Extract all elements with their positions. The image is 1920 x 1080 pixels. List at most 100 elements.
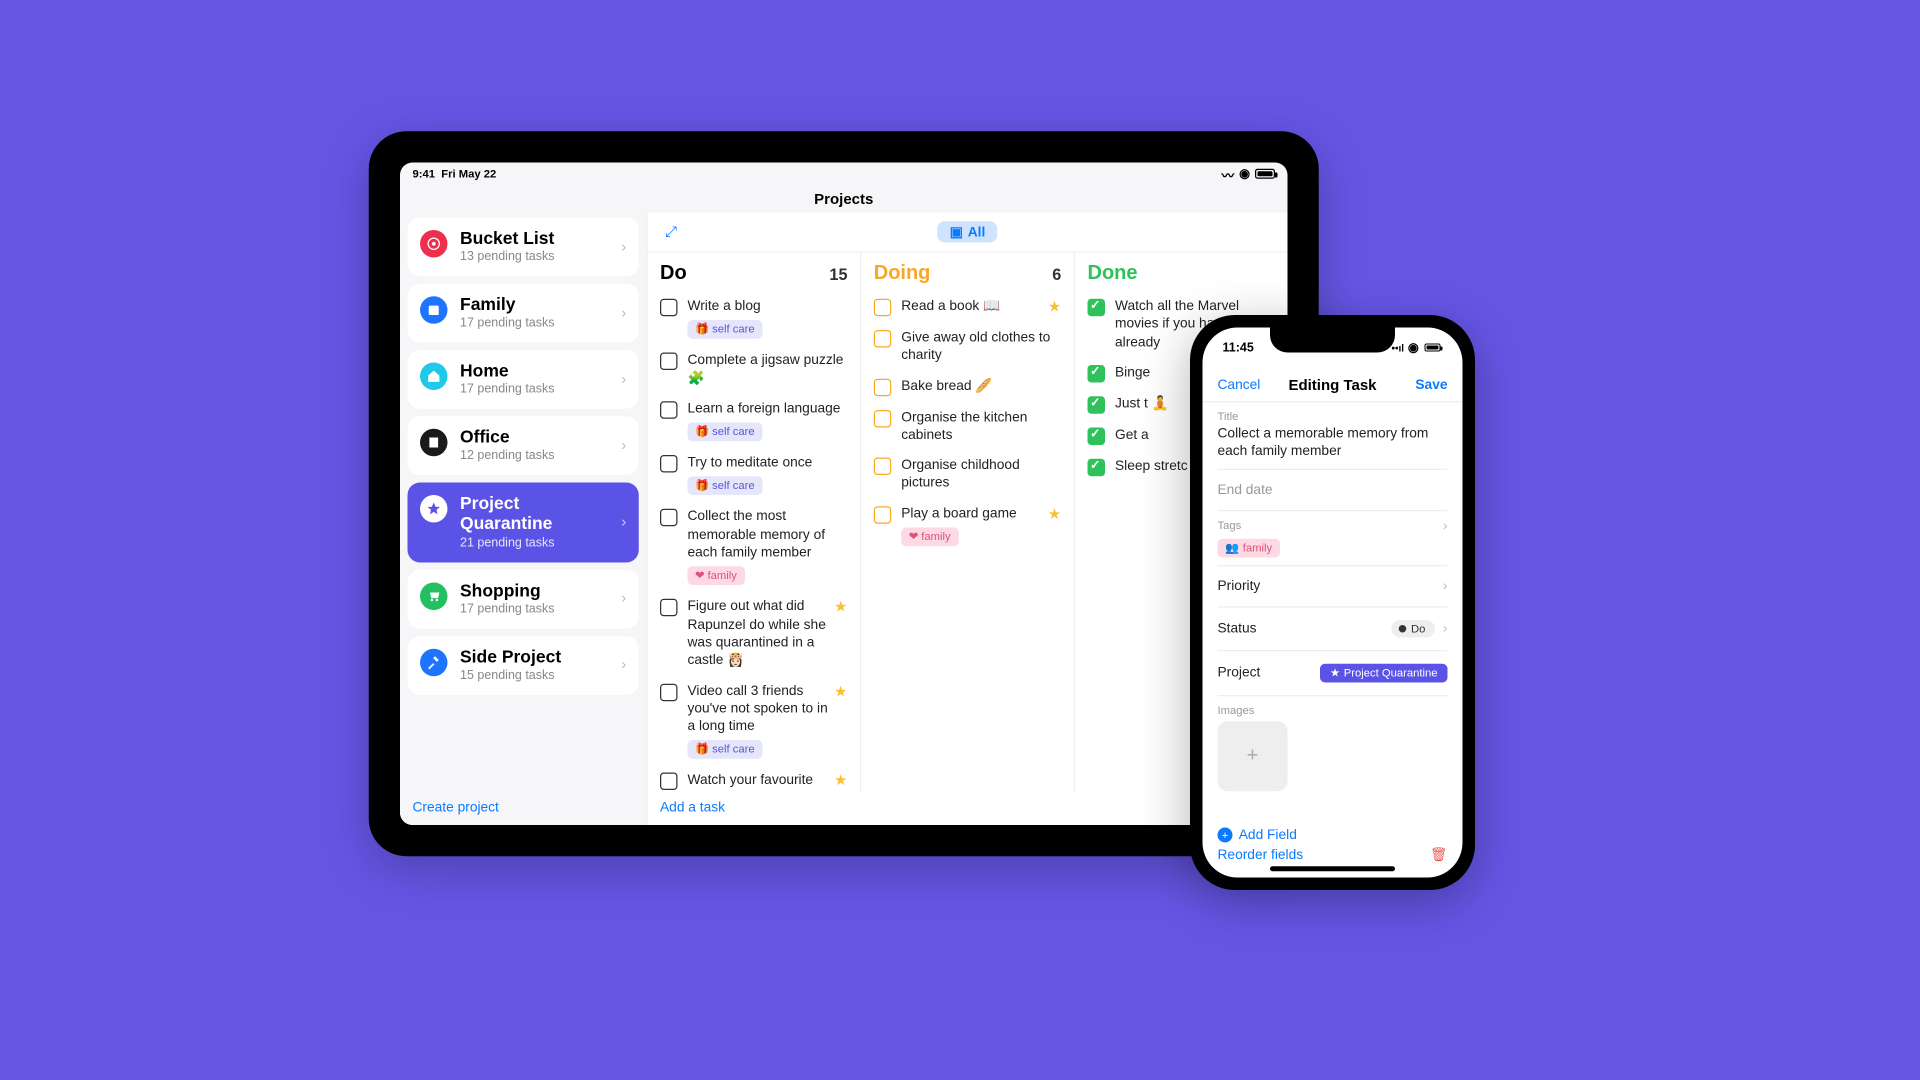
checkbox[interactable] — [660, 299, 678, 317]
task-text: Watch your favourite animated movies — [688, 772, 830, 793]
checkbox[interactable] — [874, 378, 892, 396]
checkbox[interactable] — [1088, 299, 1106, 317]
task-row[interactable]: Watch your favourite animated movies★❤ f… — [660, 772, 848, 793]
checkbox[interactable] — [874, 330, 892, 348]
task-row[interactable]: Video call 3 friends you've not spoken t… — [660, 682, 848, 759]
checkbox[interactable] — [1088, 459, 1106, 477]
field-end-date[interactable]: End date — [1218, 469, 1448, 510]
board-toolbar: ⤢ ▣All — [648, 213, 1288, 253]
checkbox[interactable] — [660, 773, 678, 791]
project-icon — [420, 296, 448, 324]
checkbox[interactable] — [660, 353, 678, 371]
chevron-right-icon: › — [621, 512, 626, 530]
task-text: Figure out what did Rapunzel do while sh… — [688, 598, 830, 669]
iphone-time: 11:45 — [1223, 341, 1254, 355]
checkbox[interactable] — [874, 458, 892, 476]
project-pending: 17 pending tasks — [460, 602, 609, 616]
task-tag: ❤ family — [901, 528, 958, 547]
project-icon — [420, 495, 448, 523]
expand-icon[interactable]: ⤢ — [665, 223, 677, 242]
col-count-do: 15 — [829, 264, 847, 283]
task-row[interactable]: Write a blog🎁 self care — [660, 298, 848, 340]
checkbox[interactable] — [660, 455, 678, 473]
task-text: Learn a foreign language — [688, 400, 848, 418]
checkbox[interactable] — [1088, 396, 1106, 414]
end-date-label: End date — [1218, 482, 1273, 497]
task-row[interactable]: Organise the kitchen cabinets — [874, 408, 1062, 444]
project-pending: 17 pending tasks — [460, 383, 609, 397]
nav-title: Editing Task — [1288, 376, 1376, 394]
checkbox[interactable] — [874, 506, 892, 524]
iphone-device: 11:45 ••ıl◉ Cancel Editing Task Save Tit… — [1190, 315, 1475, 890]
chevron-right-icon: › — [621, 370, 626, 388]
sidebar-project-item[interactable]: Shopping17 pending tasks› — [408, 569, 639, 628]
checkbox[interactable] — [1088, 365, 1106, 383]
col-count-doing: 6 — [1052, 264, 1061, 283]
task-row[interactable]: Give away old clothes to charity — [874, 329, 1062, 365]
task-text: Write a blog — [688, 298, 848, 316]
field-priority[interactable]: Priority› — [1218, 566, 1448, 607]
chevron-right-icon: › — [621, 237, 626, 255]
signal-icon: ••ıl — [1392, 342, 1405, 353]
checkbox[interactable] — [1088, 427, 1106, 445]
sidebar-project-item[interactable]: Side Project15 pending tasks› — [408, 636, 639, 695]
task-row[interactable]: Organise childhood pictures — [874, 456, 1062, 492]
project-name: Family — [460, 294, 609, 314]
filter-all-pill[interactable]: ▣All — [937, 221, 998, 242]
ipad-screen: 9:41 Fri May 22 〰◉ Projects Bucket List1… — [400, 163, 1288, 826]
status-date: Fri May 22 — [441, 168, 496, 181]
task-text: Read a book 📖 — [901, 298, 1043, 316]
task-row[interactable]: Try to meditate once🎁 self care — [660, 454, 848, 496]
task-row[interactable]: Figure out what did Rapunzel do while sh… — [660, 598, 848, 669]
checkbox[interactable] — [660, 401, 678, 419]
sidebar-project-item[interactable]: Family17 pending tasks› — [408, 284, 639, 343]
filter-label: All — [968, 224, 986, 239]
task-tag: 🎁 self care — [688, 423, 763, 442]
save-button[interactable]: Save — [1415, 377, 1447, 392]
field-status[interactable]: Status Do› — [1218, 607, 1448, 651]
people-icon: 👥 — [1225, 541, 1239, 555]
task-row[interactable]: Complete a jigsaw puzzle 🧩 — [660, 352, 848, 388]
task-row[interactable]: Collect the most memorable memory of eac… — [660, 508, 848, 585]
task-text: Video call 3 friends you've not spoken t… — [688, 682, 830, 736]
wifi-icon: ◉ — [1408, 341, 1419, 355]
add-field-button[interactable]: +Add Field — [1218, 828, 1448, 843]
project-icon — [420, 429, 448, 457]
checkbox[interactable] — [874, 299, 892, 317]
checkbox[interactable] — [660, 509, 678, 527]
task-row[interactable]: Play a board game★❤ family — [874, 505, 1062, 547]
status-label: Status — [1218, 621, 1257, 636]
task-row[interactable]: Read a book 📖★ — [874, 298, 1062, 317]
sidebar-project-item[interactable]: Project Quarantine21 pending tasks› — [408, 483, 639, 562]
add-image-button[interactable]: + — [1218, 721, 1288, 791]
field-project[interactable]: Project ★Project Quarantine — [1218, 651, 1448, 696]
checkbox[interactable] — [660, 599, 678, 617]
chevron-right-icon: › — [1443, 578, 1448, 593]
plus-circle-icon: + — [1218, 828, 1233, 843]
edit-task-navbar: Cancel Editing Task Save — [1203, 368, 1463, 403]
star-icon: ★ — [834, 598, 847, 616]
star-icon: ★ — [834, 772, 847, 790]
project-name: Side Project — [460, 646, 609, 666]
project-name: Office — [460, 427, 609, 447]
project-pending: 12 pending tasks — [460, 449, 609, 463]
checkbox[interactable] — [874, 409, 892, 427]
task-row[interactable]: Learn a foreign language 🎁 self care — [660, 400, 848, 442]
signal-icon: ◉ — [1239, 167, 1250, 181]
sidebar-project-item[interactable]: Home17 pending tasks› — [408, 350, 639, 409]
sidebar-project-item[interactable]: Office12 pending tasks› — [408, 417, 639, 476]
task-row[interactable]: Bake bread 🥖 — [874, 377, 1062, 396]
reorder-fields-button[interactable]: Reorder fields — [1218, 848, 1448, 863]
checkbox[interactable] — [660, 683, 678, 701]
column-do: Do15 Write a blog🎁 self careComplete a j… — [648, 253, 862, 793]
star-icon: ★ — [834, 682, 847, 700]
col-title-doing: Doing — [874, 263, 931, 286]
sidebar-project-item[interactable]: Bucket List13 pending tasks› — [408, 218, 639, 277]
trash-icon[interactable]: 🗑 — [1430, 846, 1447, 862]
tag-family[interactable]: 👥family — [1218, 538, 1280, 557]
field-title[interactable]: Title Collect a memorable memory from ea… — [1218, 403, 1448, 470]
create-project-link[interactable]: Create project — [400, 790, 646, 825]
project-label: Project — [1218, 665, 1261, 680]
field-tags[interactable]: Tags› 👥family — [1218, 511, 1448, 566]
cancel-button[interactable]: Cancel — [1218, 377, 1261, 392]
